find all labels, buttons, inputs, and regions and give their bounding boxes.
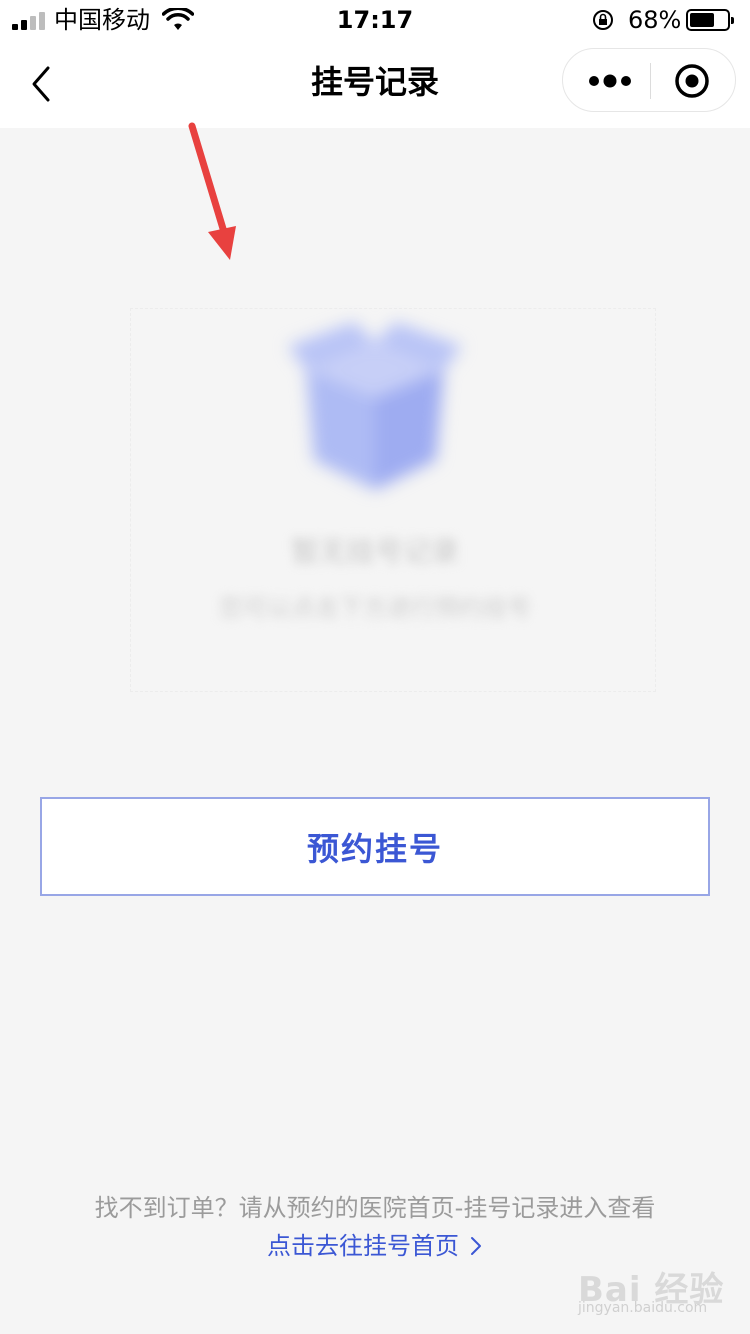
empty-state-subtitle: 您可以点击下方进行预约挂号 xyxy=(219,594,531,622)
annotation-arrow-icon xyxy=(188,122,236,260)
empty-box-icon xyxy=(288,322,462,490)
rotation-lock-icon xyxy=(593,10,613,30)
battery-nub xyxy=(731,17,734,24)
nav-bar: 挂号记录 xyxy=(0,40,750,128)
watermark-url: jingyan.baidu.com xyxy=(578,1300,708,1316)
chevron-right-icon xyxy=(471,1237,481,1255)
more-dots-icon[interactable] xyxy=(585,63,635,99)
mini-program-capsule xyxy=(562,48,736,112)
go-to-registration-home-link[interactable]: 点击去往挂号首页 xyxy=(0,1228,750,1264)
capsule-divider xyxy=(650,63,651,99)
footer-link-label: 点击去往挂号首页 xyxy=(267,1232,459,1260)
battery-percent: 68% xyxy=(628,6,682,34)
target-circle-icon[interactable] xyxy=(674,63,710,99)
empty-state-title: 暂无挂号记录 xyxy=(290,535,459,568)
status-bar: 中国移动 17:17 68% xyxy=(0,0,750,40)
battery-icon xyxy=(686,9,734,31)
screen: 中国移动 17:17 68% 挂号记录 暂无挂号记录 您可以点击下方进行预约挂号… xyxy=(0,0,750,1334)
book-appointment-button[interactable]: 预约挂号 xyxy=(40,797,710,896)
battery-fill xyxy=(690,13,714,27)
footer-note: 找不到订单？请从预约的医院首页-挂号记录进入查看 xyxy=(94,1194,656,1222)
